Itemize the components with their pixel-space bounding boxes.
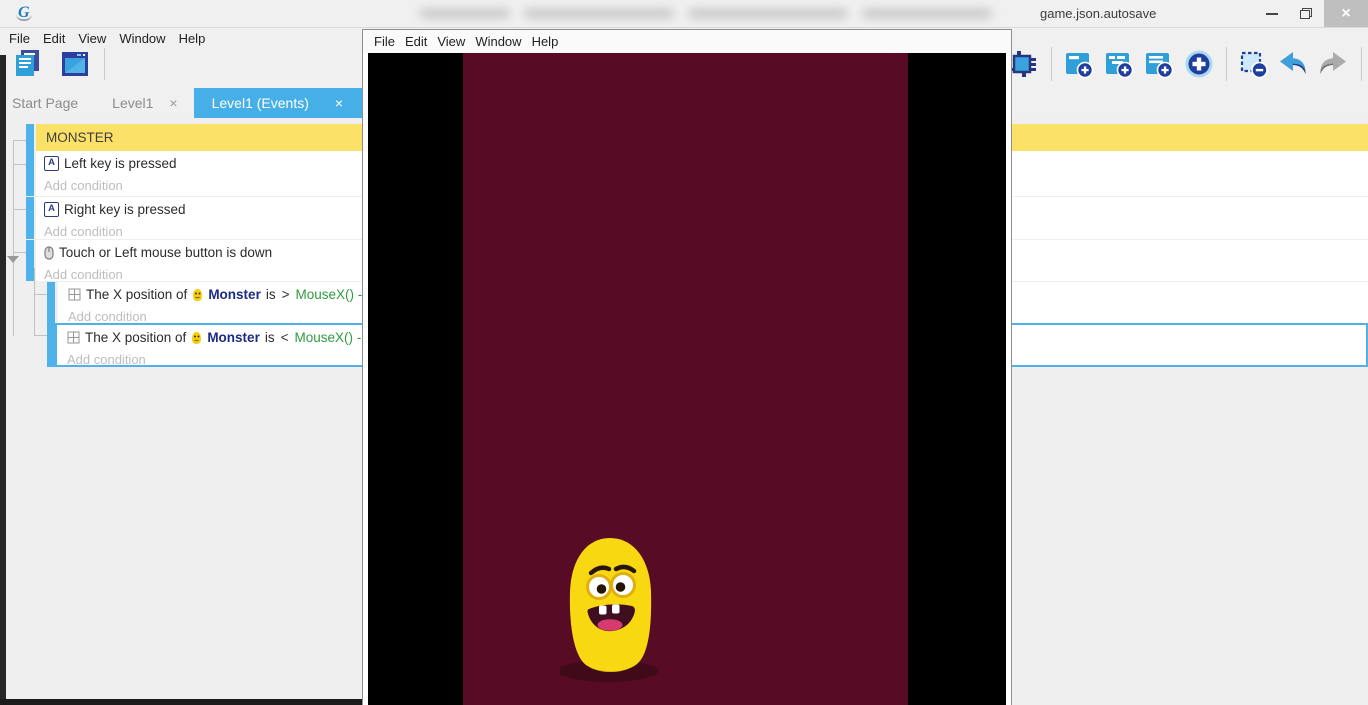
preview-menu-view[interactable]: View xyxy=(437,34,465,49)
object-name: Monster xyxy=(208,287,261,302)
add-comment-icon[interactable] xyxy=(1143,49,1175,79)
toolbar-separator xyxy=(1051,47,1052,81)
add-sub-event-icon[interactable] xyxy=(1103,49,1135,79)
monster-object-icon xyxy=(192,288,203,302)
menu-item-window[interactable]: Window xyxy=(119,31,165,46)
left-edge-panel xyxy=(0,55,6,705)
redo-icon[interactable] xyxy=(1318,49,1350,79)
event-color-bar xyxy=(26,240,34,281)
add-object-icon[interactable] xyxy=(1008,48,1040,80)
events-sheet-icon[interactable] xyxy=(10,47,46,81)
tab-level1-events-close-icon[interactable]: × xyxy=(331,95,347,111)
main-toolbar xyxy=(10,47,105,81)
operator: > xyxy=(282,287,290,302)
object-name: Monster xyxy=(207,330,260,345)
tree-line xyxy=(34,294,47,295)
game-preview-window: File Edit View Window Help xyxy=(362,29,1012,705)
menu-item-edit[interactable]: Edit xyxy=(43,31,65,46)
tab-level1-events[interactable]: Level1 (Events) × xyxy=(194,88,363,118)
window-title: game.json.autosave xyxy=(1040,6,1156,21)
preview-menu-window[interactable]: Window xyxy=(475,34,521,49)
keyboard-icon: A xyxy=(44,202,59,217)
toolbar-separator xyxy=(104,48,105,80)
tree-line xyxy=(13,140,14,336)
add-event-icon[interactable] xyxy=(1063,49,1095,79)
condition-text: The X position of xyxy=(85,330,186,345)
event-color-bar xyxy=(26,151,34,196)
editor-tab-bar: Start Page Level1 × Level1 (Events) × xyxy=(6,88,363,118)
game-stage xyxy=(463,53,908,705)
event-color-bar xyxy=(47,282,55,323)
toolbar-separator xyxy=(1226,47,1227,81)
gdevelop-ide-window: G game.json.autosave × File Edit View Wi… xyxy=(0,0,1368,705)
position-icon xyxy=(67,331,80,344)
restore-button[interactable] xyxy=(1290,0,1322,27)
event-color-bar xyxy=(26,197,34,239)
tree-line xyxy=(34,268,35,336)
condition-text: The X position of xyxy=(86,287,187,302)
tab-level1-close-icon[interactable]: × xyxy=(165,95,181,111)
preview-menu-bar: File Edit View Window Help xyxy=(363,30,1011,53)
mouse-icon xyxy=(44,246,54,260)
tree-expander-icon[interactable] xyxy=(7,256,19,263)
tree-line xyxy=(34,335,47,336)
restore-icon xyxy=(1300,8,1312,19)
event-color-bar xyxy=(47,323,55,367)
comment-text: MONSTER xyxy=(46,130,114,145)
expression: MouseX() - xyxy=(294,330,361,345)
expression: MouseX() - xyxy=(295,287,362,302)
event-color-bar xyxy=(26,124,34,151)
close-icon: × xyxy=(1341,5,1350,23)
menu-item-view[interactable]: View xyxy=(78,31,106,46)
bottom-edge-panel xyxy=(0,699,362,705)
monster-tongue xyxy=(598,619,623,631)
ide-menu-bar: File Edit View Window Help xyxy=(0,28,369,48)
tab-level1-events-label: Level1 (Events) xyxy=(212,95,309,111)
undo-icon[interactable] xyxy=(1278,49,1310,79)
redacted-title-blur xyxy=(420,4,1038,22)
tree-line xyxy=(13,140,26,141)
menu-item-file[interactable]: File xyxy=(9,31,30,46)
tree-line xyxy=(13,164,26,165)
game-canvas[interactable] xyxy=(368,53,1006,705)
minimize-button[interactable] xyxy=(1256,0,1288,27)
preview-menu-file[interactable]: File xyxy=(374,34,395,49)
scene-editor-icon[interactable] xyxy=(58,47,92,81)
keyboard-icon: A xyxy=(44,156,59,171)
tree-line xyxy=(13,252,26,253)
operator: < xyxy=(281,330,289,345)
condition-text: Left key is pressed xyxy=(64,156,177,171)
close-button[interactable]: × xyxy=(1324,0,1368,27)
condition-text: Right key is pressed xyxy=(64,202,186,217)
position-icon xyxy=(68,288,81,301)
tab-start-page[interactable]: Start Page xyxy=(6,95,84,111)
monster-sprite[interactable] xyxy=(560,534,660,684)
tab-level1[interactable]: Level1 xyxy=(106,95,159,111)
toolbar-separator xyxy=(1361,47,1362,81)
delete-selection-icon[interactable] xyxy=(1238,49,1270,79)
tree-line xyxy=(13,209,26,210)
gdevelop-logo-icon: G xyxy=(18,4,30,22)
add-other-event-icon[interactable] xyxy=(1183,48,1215,80)
condition-text: Touch or Left mouse button is down xyxy=(59,245,272,260)
monster-object-icon xyxy=(191,331,202,345)
menu-item-help[interactable]: Help xyxy=(179,31,206,46)
preview-menu-help[interactable]: Help xyxy=(532,34,559,49)
events-toolbar xyxy=(1008,47,1368,81)
preview-menu-edit[interactable]: Edit xyxy=(405,34,427,49)
